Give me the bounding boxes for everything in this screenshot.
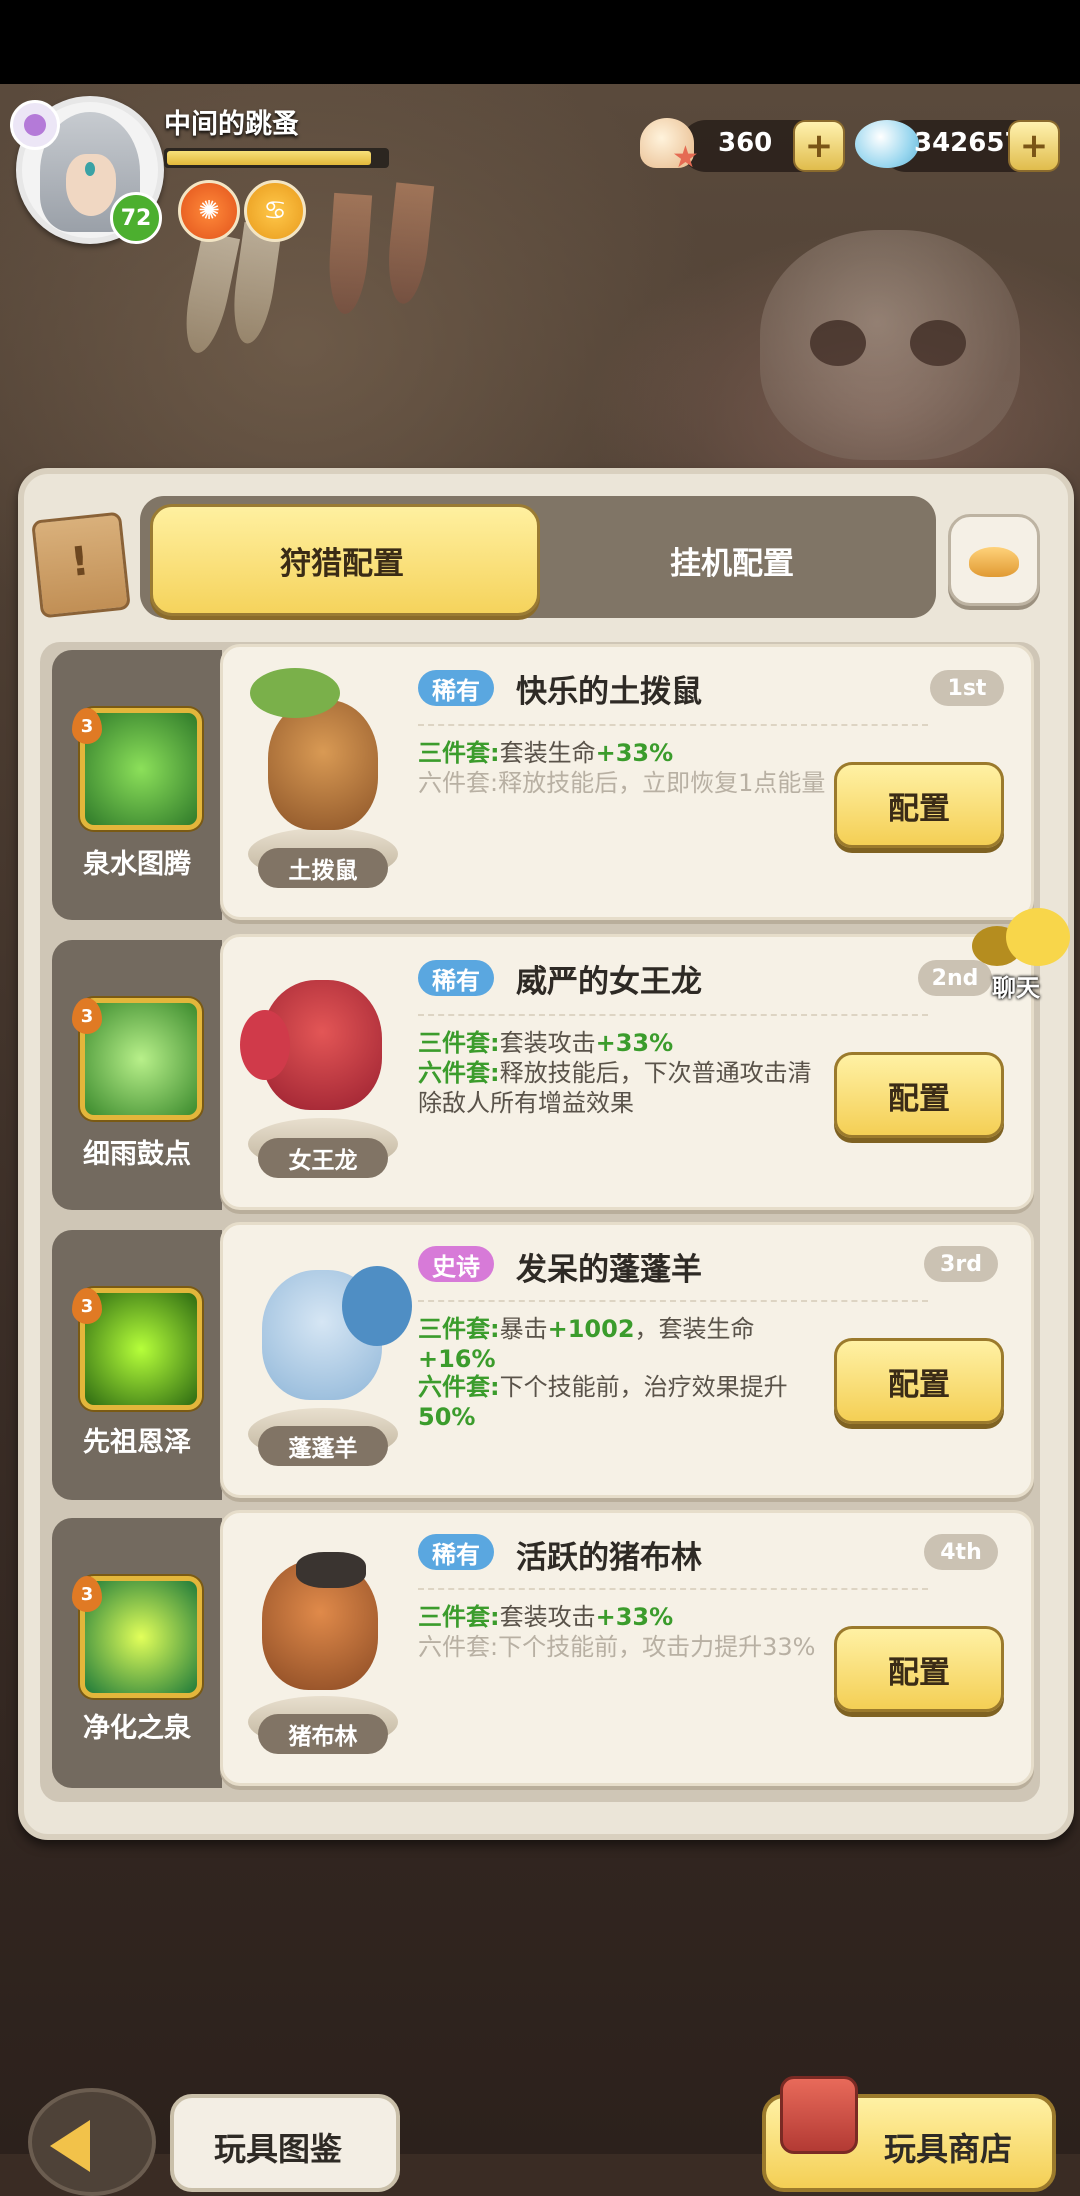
rank-badge: 3rd xyxy=(924,1246,998,1282)
buff-coin-icon[interactable]: ♋ xyxy=(244,180,306,242)
totem-level-badge: 3 xyxy=(72,998,102,1034)
add-gem-button[interactable]: + xyxy=(1008,120,1060,172)
six-piece-bonus: 六件套:下个技能前，攻击力提升33% xyxy=(418,1633,816,1661)
six-piece-bonus: 六件套:释放技能后，立即恢复1点能量 xyxy=(418,769,826,797)
leaf-icon xyxy=(250,668,340,718)
configure-button[interactable]: 配置 xyxy=(834,1338,1004,1424)
shop-icon xyxy=(780,2076,858,2154)
tab-idle-config[interactable]: 挂机配置 xyxy=(540,538,924,583)
smiley-chat-icon xyxy=(1006,908,1070,966)
rank-badge: 4th xyxy=(924,1534,998,1570)
back-arrow-icon xyxy=(50,2120,90,2172)
arm-icon xyxy=(969,547,1019,577)
pet-name-tag: 蓬蓬羊 xyxy=(258,1426,388,1466)
totem-level-badge: 3 xyxy=(72,1288,102,1324)
divider xyxy=(418,724,928,726)
groundhog-pet-icon xyxy=(268,700,378,830)
status-bar xyxy=(0,0,1080,84)
divider xyxy=(418,1300,928,1302)
xp-bar-fill xyxy=(167,151,371,165)
rarity-badge: 稀有 xyxy=(418,960,494,996)
avatar-frame-badge xyxy=(10,100,60,150)
pet-name-tag: 猪布林 xyxy=(258,1714,388,1754)
wing-icon xyxy=(240,1010,290,1080)
player-name: 中间的跳蚤 xyxy=(164,109,299,140)
six-piece-bonus: 六件套:下个技能前，治疗效果提升50% xyxy=(418,1373,788,1431)
three-piece-bonus: 三件套:套装攻击+33% xyxy=(418,1029,674,1057)
starfish-icon: ★ xyxy=(672,140,699,175)
divider xyxy=(418,1014,928,1016)
toy-catalog-label: 玩具图鉴 xyxy=(214,2130,343,2168)
three-piece-bonus: 三件套:暴击+1002，套装生命+16% xyxy=(418,1315,755,1373)
buff-sun-icon[interactable]: ✺ xyxy=(178,180,240,242)
totem-name: 先祖恩泽 xyxy=(83,1427,191,1458)
totem-level-badge: 3 xyxy=(72,1576,102,1612)
chat-button[interactable]: 聊天 xyxy=(972,908,1076,1002)
divider xyxy=(418,1588,928,1590)
pet-title: 快乐的土拨鼠 xyxy=(516,674,702,710)
rarity-badge: 史诗 xyxy=(418,1246,494,1282)
configure-button[interactable]: 配置 xyxy=(834,1626,1004,1712)
chat-label: 聊天 xyxy=(992,974,1040,1002)
strength-arm-button[interactable] xyxy=(948,514,1040,606)
skull-decoration xyxy=(760,230,1020,460)
toy-shop-label: 玩具商店 xyxy=(884,2130,1013,2168)
pet-title: 活跃的猪布林 xyxy=(516,1540,702,1576)
rarity-badge: 稀有 xyxy=(418,670,494,706)
configure-button[interactable]: 配置 xyxy=(834,1052,1004,1138)
back-button[interactable] xyxy=(28,2088,156,2196)
pet-title: 发呆的蓬蓬羊 xyxy=(516,1252,702,1288)
gem-count: 342657 xyxy=(914,128,1023,158)
tab-hunting-label: 狩猎配置 xyxy=(280,546,404,582)
add-shell-button[interactable]: + xyxy=(793,120,845,172)
totem-name: 泉水图腾 xyxy=(83,849,191,880)
xp-bar xyxy=(164,148,389,168)
shell-count: 360 xyxy=(718,128,773,158)
pet-title: 威严的女王龙 xyxy=(516,964,702,1000)
hair-tuft-icon xyxy=(296,1552,366,1588)
three-piece-bonus: 三件套:套装生命+33% xyxy=(418,739,674,767)
gem-icon xyxy=(855,120,919,168)
pet-name-tag: 女王龙 xyxy=(258,1138,388,1178)
scroll-notice-icon[interactable]: ! xyxy=(31,511,131,619)
six-piece-bonus: 六件套:释放技能后，下次普通攻击清除敌人所有增益效果 xyxy=(418,1059,812,1117)
rank-badge: 1st xyxy=(930,670,1004,706)
totem-name: 净化之泉 xyxy=(83,1713,191,1744)
sheep-horn-icon xyxy=(342,1266,412,1346)
configure-button[interactable]: 配置 xyxy=(834,762,1004,848)
rarity-badge: 稀有 xyxy=(418,1534,494,1570)
player-level-badge: 72 xyxy=(110,192,162,244)
three-piece-bonus: 三件套:套装攻击+33% xyxy=(418,1603,674,1631)
pet-name-tag: 土拨鼠 xyxy=(258,848,388,888)
totem-level-badge: 3 xyxy=(72,708,102,744)
totem-name: 细雨鼓点 xyxy=(83,1139,191,1170)
